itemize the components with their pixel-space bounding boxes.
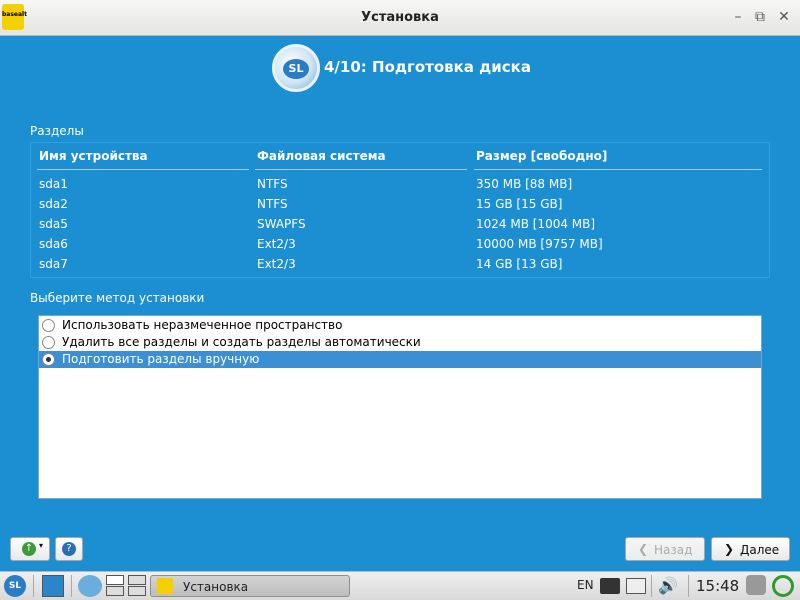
column-header-size[interactable]: Размер [свободно] [476, 149, 607, 163]
workspace-2-icon[interactable] [106, 586, 124, 596]
arrow-left-icon: ❮ [638, 542, 649, 556]
browser-icon[interactable] [78, 575, 102, 597]
header-divider [37, 169, 249, 170]
taskbar: SL Установка EN 🔊 15:48 [0, 571, 800, 600]
table-row[interactable]: sda6 Ext2/3 10000 MB [9757 MB] [31, 237, 769, 257]
table-row[interactable]: sda1 NTFS 350 MB [88 MB] [31, 177, 769, 197]
network-disconnected-icon[interactable] [600, 578, 620, 594]
column-header-device[interactable]: Имя устройства [39, 149, 148, 163]
tools-menu-button[interactable]: ↑ ▾ [10, 537, 50, 561]
window-title: Установка [361, 10, 439, 25]
column-header-filesystem[interactable]: Файловая система [257, 149, 386, 163]
maximize-icon[interactable]: ⧉ [752, 9, 768, 25]
table-row[interactable]: sda7 Ext2/3 14 GB [13 GB] [31, 257, 769, 277]
option-label: Удалить все разделы и создать разделы ав… [62, 335, 421, 349]
cell-device: sda5 [39, 217, 68, 231]
printer-icon[interactable] [626, 578, 646, 594]
back-label: Назад [654, 543, 693, 557]
radio-button[interactable] [42, 353, 55, 366]
radio-button[interactable] [42, 319, 55, 332]
close-icon[interactable]: ✕ [776, 9, 792, 25]
divider [651, 575, 652, 597]
workspace-4-icon[interactable] [128, 586, 146, 596]
table-row[interactable]: sda2 NTFS 15 GB [15 GB] [31, 197, 769, 217]
divider [688, 575, 689, 597]
header-divider [255, 169, 467, 170]
disk-icon[interactable] [746, 575, 766, 595]
workspace-1-icon[interactable] [106, 575, 124, 585]
chevron-down-icon: ▾ [39, 541, 44, 550]
method-list: Использовать неразмеченное пространство … [38, 315, 762, 499]
task-label: Установка [183, 580, 249, 594]
partitions-label: Разделы [30, 124, 84, 138]
cell-size: 10000 MB [9757 MB] [476, 237, 603, 251]
workspace-3-icon[interactable] [128, 575, 146, 585]
cell-device: sda2 [39, 197, 68, 211]
next-button[interactable]: ❯ Далее [711, 537, 790, 561]
cell-device: sda1 [39, 177, 68, 191]
partitions-table[interactable]: Имя устройства Файловая система Размер [… [30, 142, 770, 278]
divider [71, 575, 72, 597]
method-option-manual[interactable]: Подготовить разделы вручную [39, 351, 761, 368]
minimize-icon[interactable]: – [730, 9, 746, 25]
show-desktop-icon[interactable] [42, 575, 64, 597]
logo-text: SL [283, 59, 309, 79]
method-label: Выберите метод установки [30, 291, 205, 305]
divider [33, 575, 34, 597]
cell-size: 1024 MB [1004 MB] [476, 217, 596, 231]
cell-size: 15 GB [15 GB] [476, 197, 563, 211]
cell-size: 350 MB [88 MB] [476, 177, 573, 191]
cell-filesystem: Ext2/3 [257, 237, 296, 251]
start-menu-button[interactable]: SL [4, 575, 26, 597]
cell-size: 14 GB [13 GB] [476, 257, 563, 271]
arrow-up-icon: ↑ [22, 542, 36, 556]
option-label: Подготовить разделы вручную [62, 352, 260, 366]
cell-filesystem: NTFS [257, 177, 288, 191]
table-row[interactable]: sda5 SWAPFS 1024 MB [1004 MB] [31, 217, 769, 237]
installer-logo-icon: SL [272, 44, 320, 92]
cell-device: sda7 [39, 257, 68, 271]
step-title: 4/10: Подготовка диска [324, 58, 531, 76]
cell-filesystem: NTFS [257, 197, 288, 211]
method-option-auto[interactable]: Удалить все разделы и создать разделы ав… [39, 334, 761, 351]
back-button[interactable]: ❮ Назад [625, 537, 705, 561]
installer-app-icon [157, 578, 173, 594]
arrow-right-icon: ❯ [724, 542, 735, 556]
method-option-unallocated[interactable]: Использовать неразмеченное пространство [39, 317, 761, 334]
cell-filesystem: SWAPFS [257, 217, 306, 231]
power-icon[interactable] [772, 575, 794, 597]
cell-device: sda6 [39, 237, 68, 251]
cell-filesystem: Ext2/3 [257, 257, 296, 271]
help-button[interactable]: ? [55, 537, 83, 561]
window-titlebar: basealt Установка – ⧉ ✕ [0, 0, 800, 36]
next-label: Далее [740, 543, 780, 557]
clock[interactable]: 15:48 [696, 577, 739, 595]
radio-button[interactable] [42, 336, 55, 349]
help-icon: ? [62, 542, 76, 556]
volume-icon[interactable]: 🔊 [658, 576, 678, 595]
option-label: Использовать неразмеченное пространство [62, 318, 343, 332]
keyboard-layout-indicator[interactable]: EN [577, 578, 594, 592]
header-divider [474, 169, 762, 170]
taskbar-task-installer[interactable]: Установка [150, 575, 350, 597]
